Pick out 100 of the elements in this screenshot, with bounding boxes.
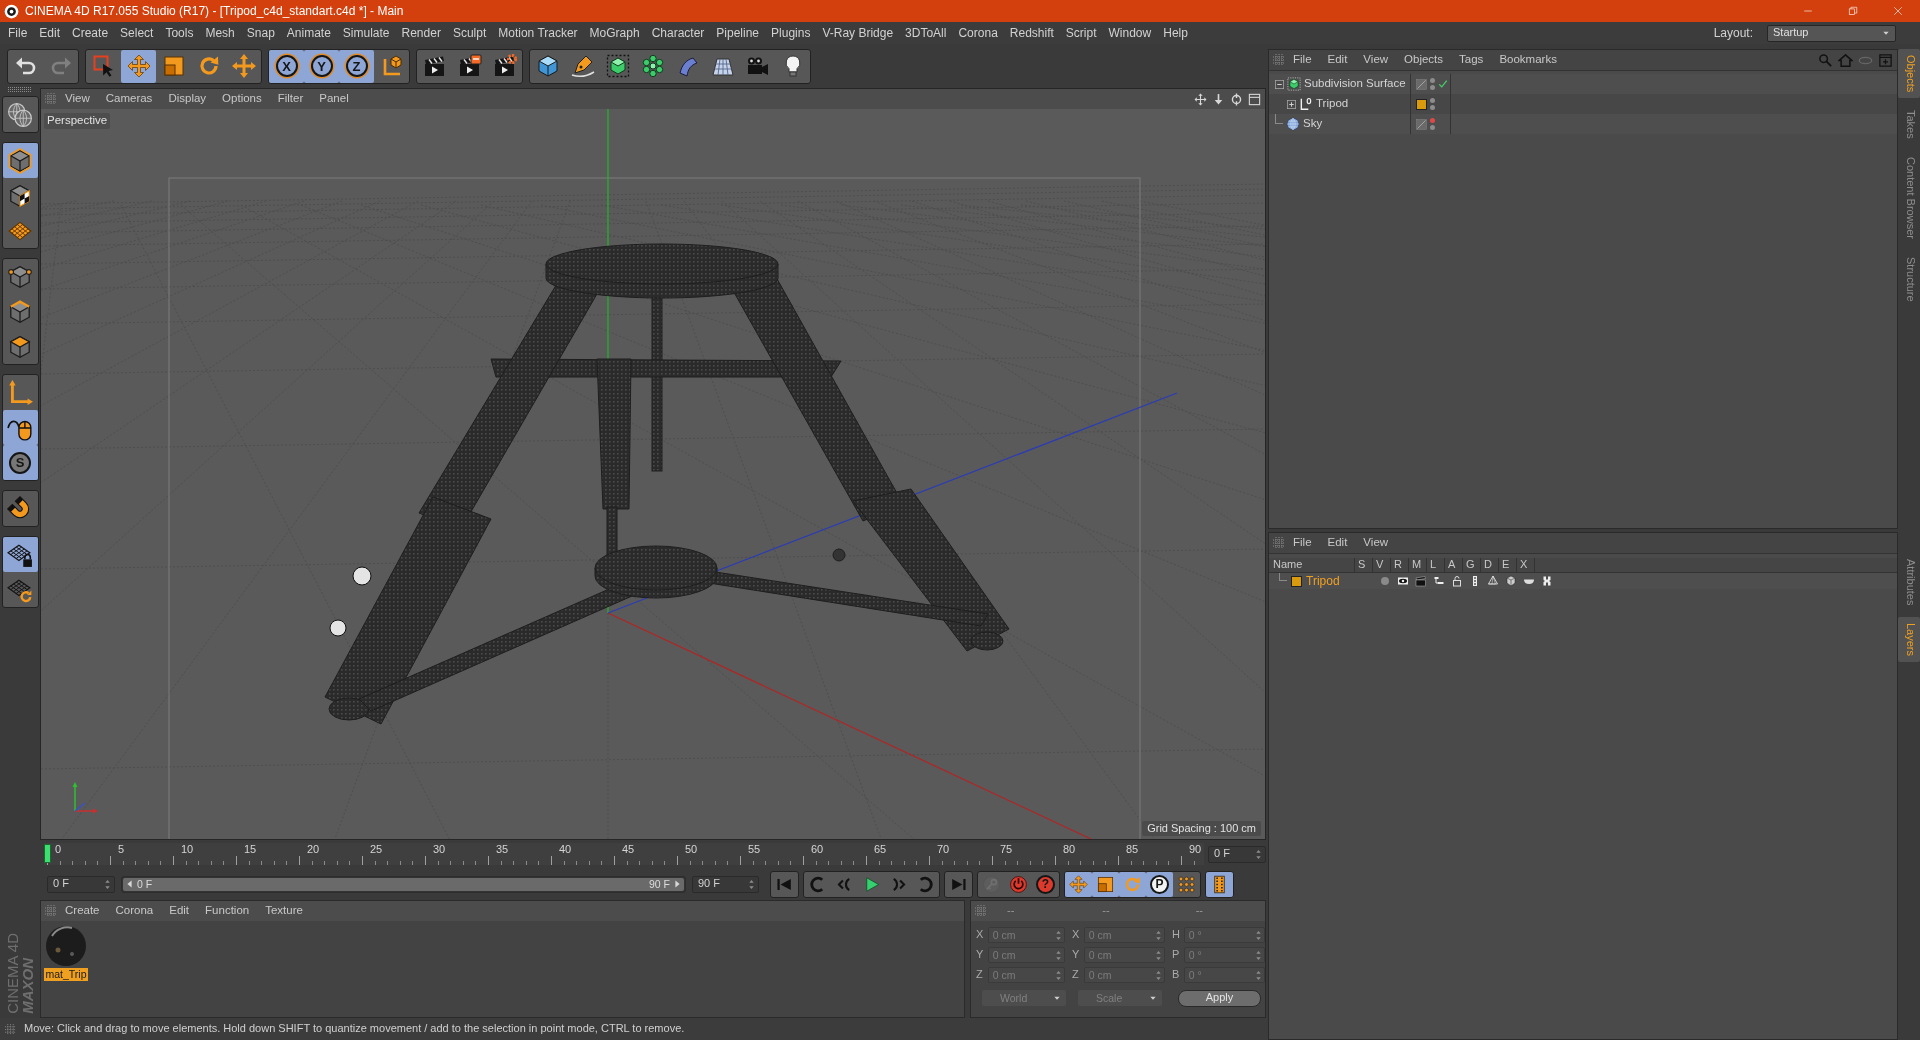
column-header[interactable]: Name	[1269, 558, 1355, 572]
playhead-marker[interactable]	[44, 844, 51, 863]
clapperboard-icon[interactable]	[1415, 575, 1427, 587]
menu-item[interactable]: Options	[214, 92, 270, 106]
move-tool-button[interactable]	[121, 49, 156, 83]
menu-item[interactable]: Mesh	[199, 25, 241, 41]
menu-item[interactable]: Plugins	[765, 25, 817, 41]
menu-item[interactable]: Redshift	[1003, 25, 1060, 41]
menu-item[interactable]: Window	[1102, 25, 1158, 41]
menu-item[interactable]: Render	[395, 25, 447, 41]
column-header[interactable]: E	[1499, 558, 1517, 572]
orbit-icon[interactable]	[1230, 92, 1243, 106]
shield-icon[interactable]	[1505, 575, 1517, 587]
side-tab[interactable]: Structure	[1898, 251, 1920, 308]
padlock-icon[interactable]	[1451, 575, 1463, 587]
timeline-ruler[interactable]: 0 5 10 15 20 25 30 35 40 45 50 55 60 65 70 75 80 85 90	[44, 843, 1204, 865]
menu-item[interactable]: Edit	[33, 25, 67, 41]
plus-box-icon[interactable]	[1287, 99, 1296, 109]
menu-item[interactable]: Motion Tracker	[492, 25, 584, 41]
menu-item[interactable]: Character	[645, 25, 711, 41]
menu-item[interactable]: Tags	[1451, 53, 1492, 67]
editor-visibility-dot[interactable]	[1430, 118, 1435, 123]
column-header[interactable]: S	[1355, 558, 1373, 572]
frame-range-slider[interactable]: 0 F 90 F	[121, 875, 686, 893]
side-tab[interactable]: Attributes	[1898, 552, 1920, 612]
menu-item[interactable]: MoGraph	[583, 25, 646, 41]
menu-item[interactable]: Function	[197, 904, 258, 918]
menu-item[interactable]: File	[1285, 536, 1320, 550]
menu-item[interactable]: Script	[1059, 25, 1103, 41]
end-frame-field[interactable]: 90 F	[692, 875, 759, 893]
z-axis-button[interactable]: Z	[339, 49, 374, 83]
column-header[interactable]: G	[1463, 558, 1481, 572]
menu-item[interactable]: 3DToAll	[899, 25, 953, 41]
menu-item[interactable]: Animate	[280, 25, 337, 41]
menu-item[interactable]: File	[1285, 53, 1320, 67]
magnet-button[interactable]	[1, 490, 39, 527]
menu-item[interactable]: Edit	[1319, 53, 1356, 67]
hierarchy-icon[interactable]	[1433, 575, 1445, 587]
render-visibility-dot[interactable]	[1430, 85, 1435, 90]
solo-dot-icon[interactable]	[1379, 575, 1391, 587]
menu-item[interactable]: Cameras	[97, 92, 161, 106]
timeline-button[interactable]	[1205, 870, 1234, 898]
menu-item[interactable]: Panel	[311, 92, 357, 106]
menu-item[interactable]: Corona	[107, 904, 162, 918]
side-tab[interactable]: Content Browser	[1898, 151, 1920, 245]
menu-item[interactable]: Create	[57, 904, 108, 918]
side-tab[interactable]: Takes	[1898, 104, 1920, 146]
menu-item[interactable]: Simulate	[336, 25, 396, 41]
parameter-track-button[interactable]: P	[1146, 871, 1173, 897]
menu-item[interactable]: Texture	[257, 904, 311, 918]
spinner-icon[interactable]	[1255, 848, 1262, 860]
layer-color-swatch[interactable]	[1416, 98, 1427, 110]
material-item[interactable]: mat_Trip	[43, 924, 89, 981]
menu-item[interactable]: Snap	[240, 25, 281, 41]
render-visibility-dot[interactable]	[1430, 105, 1435, 110]
go-to-start-button[interactable]	[770, 870, 799, 898]
no-layer-icon[interactable]	[1416, 118, 1427, 130]
x-axis-button[interactable]: X	[269, 49, 304, 83]
render-visibility-dot[interactable]	[1430, 125, 1435, 130]
column-header[interactable]: D	[1481, 558, 1499, 572]
side-tab[interactable]: Objects	[1898, 49, 1920, 99]
go-to-end-button[interactable]	[944, 870, 973, 898]
column-header[interactable]: A	[1445, 558, 1463, 572]
tweak-mode-button[interactable]	[2, 410, 38, 445]
menu-item[interactable]: Corona	[952, 25, 1004, 41]
model-mode-button[interactable]	[2, 143, 38, 178]
layout-dropdown[interactable]: Startup	[1767, 24, 1896, 42]
menu-item[interactable]: V-Ray Bridge	[816, 25, 900, 41]
menu-item[interactable]: Sculpt	[446, 25, 493, 41]
pyramid-icon[interactable]	[1487, 575, 1499, 587]
menu-item[interactable]: View	[1355, 53, 1397, 67]
column-header[interactable]: X	[1517, 558, 1535, 572]
column-header[interactable]: L	[1427, 558, 1445, 572]
menu-item[interactable]: View	[1355, 536, 1397, 550]
start-frame-field[interactable]: 0 F	[47, 875, 115, 893]
eye-icon[interactable]	[1397, 575, 1409, 587]
menu-item[interactable]: File	[2, 25, 34, 41]
checkmark-icon[interactable]	[1438, 79, 1448, 89]
menu-item[interactable]: Filter	[269, 92, 312, 106]
menu-item[interactable]: Bookmarks	[1491, 53, 1565, 67]
column-header[interactable]: V	[1373, 558, 1391, 572]
menu-item[interactable]: Display	[160, 92, 215, 106]
snap-button[interactable]: S	[2, 445, 38, 480]
knot-icon[interactable]	[1541, 575, 1553, 587]
menu-item[interactable]: Edit	[161, 904, 198, 918]
dolly-arrow-icon[interactable]	[1212, 92, 1225, 106]
menu-item[interactable]: View	[57, 92, 98, 106]
column-header[interactable]: R	[1391, 558, 1409, 572]
y-axis-button[interactable]: Y	[304, 49, 339, 83]
column-header[interactable]: M	[1409, 558, 1427, 572]
minus-box-icon[interactable]	[1275, 79, 1284, 89]
maximize-icon[interactable]	[1248, 92, 1261, 106]
pan-icon[interactable]	[1194, 92, 1207, 106]
current-frame-field[interactable]: 0 F	[1208, 845, 1266, 863]
spinner-icon[interactable]	[104, 878, 111, 890]
menu-item[interactable]: Create	[66, 25, 115, 41]
menu-item[interactable]: Help	[1157, 25, 1194, 41]
menu-item[interactable]: Edit	[1319, 536, 1356, 550]
menu-item[interactable]: Tools	[159, 25, 200, 41]
editor-visibility-dot[interactable]	[1430, 78, 1435, 83]
